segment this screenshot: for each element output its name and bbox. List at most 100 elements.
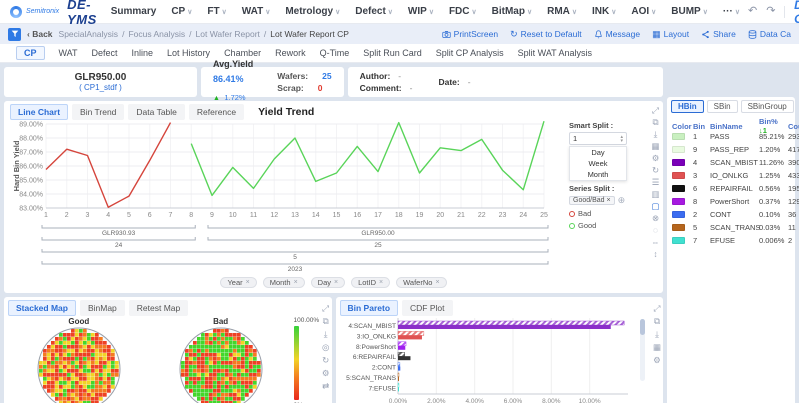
table-row[interactable]: 8PowerShort0.37%129 (671, 195, 799, 208)
breadcrumb-item[interactable]: SpecialAnalysis (59, 29, 119, 39)
chart-fit-height-icon[interactable]: ↕ (653, 249, 657, 259)
add-series-icon[interactable]: ⊕ (618, 195, 626, 206)
chart-fit-width-icon[interactable]: ⇔ (651, 237, 660, 247)
map-download-icon[interactable]: ⤓ (324, 329, 328, 339)
action-layout[interactable]: ▦Layout (652, 29, 689, 39)
smart-split-input[interactable]: 1 ▴▾ (569, 132, 627, 145)
nav-menu-rma[interactable]: RMA∨ (547, 6, 577, 17)
chart-clear-icon[interactable]: ⊗ (652, 213, 659, 223)
split-option-week[interactable]: Week (570, 158, 626, 169)
map-expand-icon[interactable]: ⤢ (322, 303, 329, 313)
chart-tab-bin-trend[interactable]: Bin Trend (72, 104, 124, 120)
map-copy-icon[interactable]: ⧉ (323, 316, 329, 326)
tab-rework[interactable]: Rework (275, 48, 306, 58)
bin-tab-sbingroup[interactable]: SBinGroup (741, 100, 794, 113)
tab-q-time[interactable]: Q-Time (320, 48, 350, 58)
action-share[interactable]: Share (701, 29, 736, 39)
chart-copy-icon[interactable]: ⧉ (652, 117, 658, 127)
filter-icon[interactable] (8, 28, 21, 41)
breadcrumb-item[interactable]: Lot Wafer Report CP (270, 29, 349, 39)
chart-gallery-icon[interactable]: ▦ (651, 141, 659, 151)
map-tab-binmap[interactable]: BinMap (80, 300, 125, 316)
chart-download-icon[interactable]: ⤓ (654, 129, 658, 139)
column-header-binname[interactable]: BinName (710, 122, 758, 131)
table-row[interactable]: 5SCAN_TRANS0.03%11 (671, 221, 799, 234)
column-header-color[interactable]: Color (672, 122, 692, 131)
column-header-bin[interactable]: Bin (693, 122, 709, 131)
tab-cp[interactable]: CP (16, 46, 45, 60)
split-option-day[interactable]: Day (570, 147, 626, 158)
nav-menu-bump[interactable]: BUMP∨ (671, 6, 708, 17)
nav-menu-bitmap[interactable]: BitMap∨ (492, 6, 532, 17)
table-row[interactable]: 4SCAN_MBIST11.26%3908 (671, 156, 799, 169)
map-settings-icon[interactable]: ⚙ (322, 368, 330, 378)
stepper-icons[interactable]: ▴▾ (620, 135, 623, 143)
nav-menu-[interactable]: ···∨ (723, 6, 740, 17)
wafer-map-image[interactable] (177, 326, 265, 403)
nav-menu-defect[interactable]: Defect∨ (355, 6, 393, 17)
pareto-tab-cdf-plot[interactable]: CDF Plot (402, 300, 452, 316)
chart-expand-icon[interactable]: ⤢ (652, 105, 659, 115)
bin-pareto-chart[interactable]: 0.00%2.00%4.00%6.00%8.00%10.00%4:SCAN_MB… (340, 316, 636, 403)
redo-icon[interactable]: ↷ (766, 6, 775, 17)
filter-tag-year[interactable]: Year× (220, 277, 256, 288)
breadcrumb-item[interactable]: Focus Analysis (128, 29, 185, 39)
brand-logo[interactable]: Semitronix (10, 6, 59, 18)
nav-menu-wat[interactable]: WAT∨ (242, 6, 271, 17)
legend-item-good[interactable]: Good (569, 221, 645, 230)
chart-settings-icon[interactable]: ⚙ (652, 153, 660, 163)
nav-menu-cp[interactable]: CP∨ (171, 6, 192, 17)
chart-refresh-icon[interactable]: ↻ (652, 165, 659, 175)
column-header-count[interactable]: Count (788, 122, 799, 131)
bin-tab-sbin[interactable]: SBin (707, 100, 738, 113)
tab-inline[interactable]: Inline (132, 48, 154, 58)
tab-split-wat-analysis[interactable]: Split WAT Analysis (518, 48, 592, 58)
tab-lot-history[interactable]: Lot History (167, 48, 210, 58)
table-row[interactable]: 3IO_ONLKG1.25%433 (671, 169, 799, 182)
action-reset-to-default[interactable]: ↻Reset to Default (510, 29, 582, 39)
filter-tag-month[interactable]: Month× (263, 277, 305, 288)
pareto-copy-icon[interactable]: ⧉ (654, 316, 660, 326)
nav-menu-ft[interactable]: FT∨ (207, 6, 226, 17)
chart-columns-icon[interactable]: ▥ (651, 189, 659, 199)
tab-split-run-card[interactable]: Split Run Card (363, 48, 422, 58)
table-row[interactable]: 9PASS_REP1.20%417 (671, 143, 799, 156)
filter-tag-day[interactable]: Day× (311, 277, 345, 288)
back-button[interactable]: ‹ Back (27, 29, 53, 39)
nav-menu-aoi[interactable]: AOI∨ (631, 6, 656, 17)
pareto-expand-icon[interactable]: ⤢ (654, 303, 661, 313)
map-refresh-icon[interactable]: ↻ (322, 355, 329, 365)
chart-tab-reference[interactable]: Reference (189, 104, 244, 120)
map-tab-stacked-map[interactable]: Stacked Map (8, 300, 76, 316)
action-message[interactable]: Message (594, 29, 641, 39)
yield-trend-chart[interactable]: 89.00%88.00%87.00%86.00%85.00%84.00%83.0… (10, 120, 550, 272)
split-option-month[interactable]: Month (570, 169, 626, 180)
nav-menu-fdc[interactable]: FDC∨ (449, 6, 477, 17)
table-row[interactable]: 2CONT0.10%36 (671, 208, 799, 221)
tab-split-cp-analysis[interactable]: Split CP Analysis (436, 48, 504, 58)
pareto-download-icon[interactable]: ⤓ (655, 329, 659, 339)
table-row[interactable]: 1PASS85.21%29368 (671, 130, 799, 143)
map-target-icon[interactable]: ◎ (322, 342, 329, 352)
pareto-tab-bin-pareto[interactable]: Bin Pareto (340, 300, 399, 316)
tab-wat[interactable]: WAT (59, 48, 78, 58)
action-data-ca[interactable]: Data Ca (748, 29, 791, 39)
chart-tab-data-table[interactable]: Data Table (128, 104, 184, 120)
bin-tab-hbin[interactable]: HBin (671, 100, 704, 113)
map-swap-icon[interactable]: ⇄ (322, 381, 329, 391)
pareto-table-icon[interactable]: ▦ (653, 342, 661, 352)
action-printscreen[interactable]: PrintScreen (442, 29, 498, 39)
tab-chamber[interactable]: Chamber (224, 48, 261, 58)
filter-tag-waferno[interactable]: WaferNo× (396, 277, 446, 288)
nav-menu-wip[interactable]: WIP∨ (408, 6, 434, 17)
map-tab-retest-map[interactable]: Retest Map (129, 300, 188, 316)
tab-defect[interactable]: Defect (92, 48, 118, 58)
legend-item-bad[interactable]: Bad (569, 209, 645, 218)
chart-lasso-icon[interactable]: ◌ (653, 225, 658, 235)
undo-icon[interactable]: ↶ (748, 6, 757, 17)
vertical-scrollbar[interactable] (640, 319, 645, 381)
table-row[interactable]: 6REPAIRFAIL0.56%195 (671, 182, 799, 195)
chart-rows-icon[interactable]: ☰ (652, 177, 660, 187)
breadcrumb-item[interactable]: Lot Wafer Report (196, 29, 260, 39)
nav-menu-summary[interactable]: Summary (111, 6, 157, 17)
